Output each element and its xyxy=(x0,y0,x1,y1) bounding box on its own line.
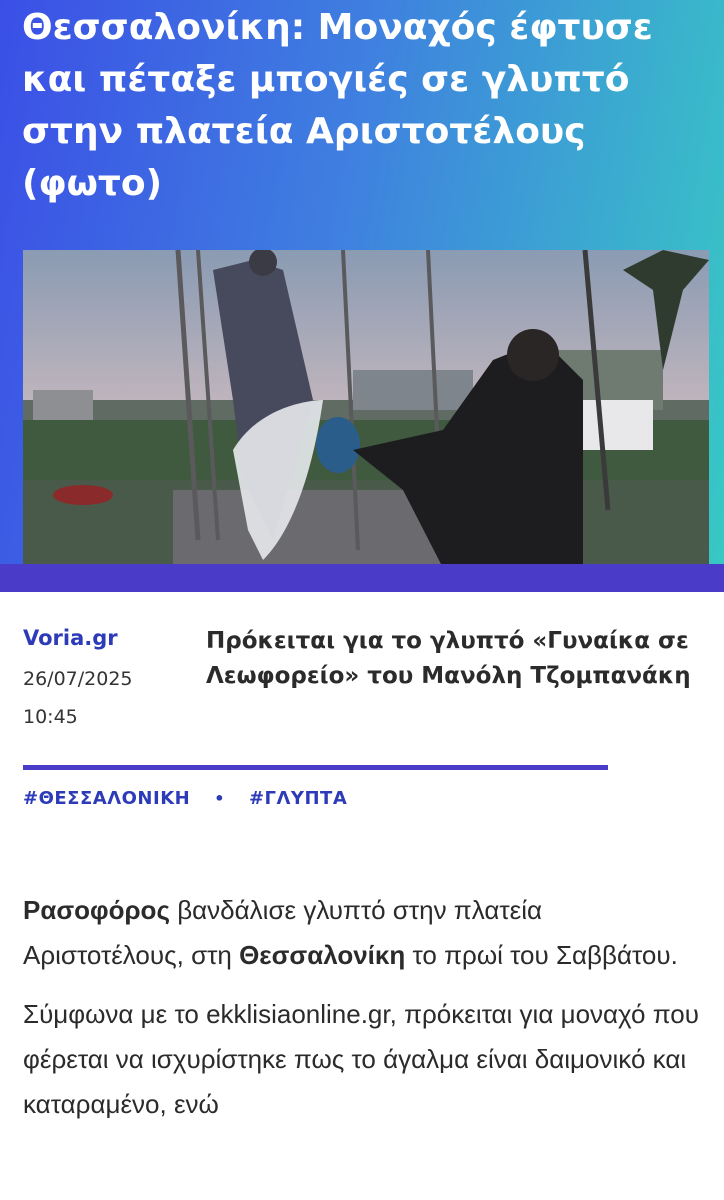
article-hero: Θεσσαλονίκη: Μοναχός έφτυσε και πέταξε μ… xyxy=(0,0,724,592)
article-paragraph-2: Σύμφωνα με το ekklisiaonline.gr, πρόκειτ… xyxy=(23,999,699,1119)
tag-glypta[interactable]: #ΓΛΥΠΤΑ xyxy=(249,788,347,809)
article-paragraph-1: Ρασοφόρος βανδάλισε γλυπτό στην πλατεία … xyxy=(23,888,703,978)
photo-illustration xyxy=(23,250,709,568)
article-title: Θεσσαλονίκη: Μοναχός έφτυσε και πέταξε μ… xyxy=(22,7,653,204)
meta-divider xyxy=(23,765,608,770)
publish-time: 10:45 xyxy=(23,706,78,728)
tag-list: #ΘΕΣΣΑΛΟΝΙΚΗ • #ΓΛΥΠΤΑ xyxy=(23,788,347,809)
bold-text: Θεσσαλονίκη xyxy=(239,940,406,970)
paragraph-text: το πρωί του Σαββάτου. xyxy=(405,940,678,970)
tag-thessaloniki[interactable]: #ΘΕΣΣΑΛΟΝΙΚΗ xyxy=(23,788,190,809)
hero-accent-band xyxy=(0,564,724,592)
article-photo[interactable] xyxy=(23,250,709,568)
source-link[interactable]: Voria.gr xyxy=(23,626,118,650)
tag-separator: • xyxy=(214,789,225,808)
article-subtitle: Πρόκειται για το γλυπτό «Γυναίκα σε Λεωφ… xyxy=(206,628,691,689)
article-body: Ρασοφόρος βανδάλισε γλυπτό στην πλατεία … xyxy=(23,888,703,1141)
publish-date: 26/07/2025 xyxy=(23,668,133,690)
bold-text: Ρασοφόρος xyxy=(23,895,170,925)
